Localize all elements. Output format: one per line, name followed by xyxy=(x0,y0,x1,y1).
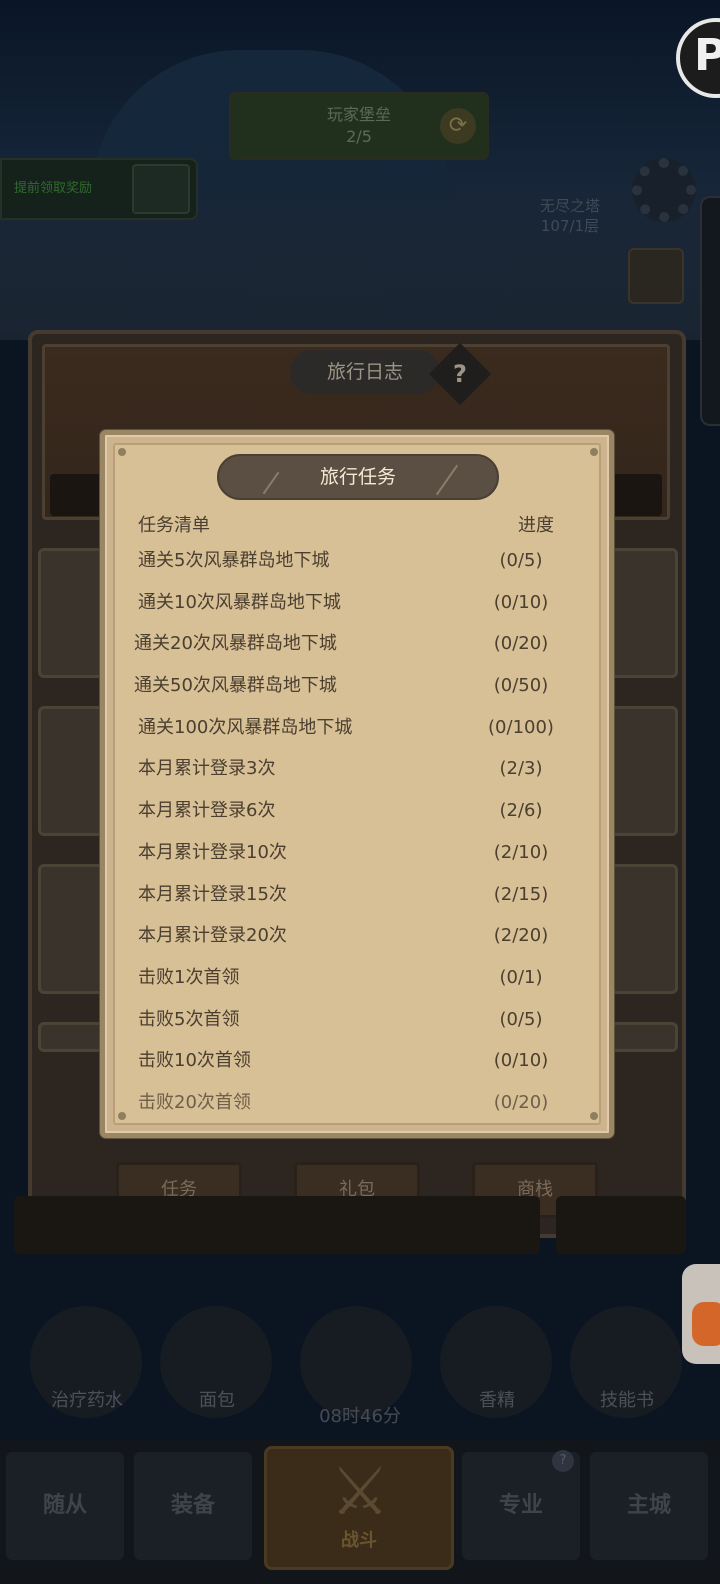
quest-row: 本月累计登录20次 (2/20) xyxy=(124,915,586,957)
quest-progress: (2/20) xyxy=(493,925,549,947)
endless-tower-label[interactable]: 无尽之塔 107/1层 xyxy=(520,196,620,236)
quest-progress: (0/5) xyxy=(499,1008,543,1030)
quest-row: 通关100次风暴群岛地下城 (0/100) xyxy=(124,707,586,749)
quest-progress: (0/50) xyxy=(493,675,549,697)
gear-icon[interactable] xyxy=(632,158,696,222)
endless-tower-floor: 107/1层 xyxy=(540,217,600,235)
quest-row: 击败10次首领 (0/10) xyxy=(124,1040,586,1082)
item-label-bread: 面包 xyxy=(199,1390,235,1411)
scroll-icon[interactable] xyxy=(628,248,684,304)
hud-strip xyxy=(14,1196,540,1254)
quest-progress: (2/10) xyxy=(493,841,549,863)
nav-battle-label: 战斗 xyxy=(341,1530,377,1551)
refresh-icon[interactable]: ⟳ xyxy=(440,108,476,144)
quest-name: 本月累计登录6次 xyxy=(138,800,276,822)
quest-name: 击败20次首领 xyxy=(138,1091,251,1113)
quest-name: 通关5次风暴群岛地下城 xyxy=(138,550,330,571)
quest-name: 通关10次风暴群岛地下城 xyxy=(138,591,341,613)
corner-nail xyxy=(590,1112,598,1120)
reward-slot[interactable] xyxy=(132,164,190,214)
quest-row: 本月累计登录10次 (2/10) xyxy=(124,832,586,874)
quest-row: 通关20次风暴群岛地下城 (0/20) xyxy=(124,623,586,665)
quest-row: 本月累计登录15次 (2/15) xyxy=(124,874,586,916)
quest-progress: (0/100) xyxy=(488,716,554,738)
quest-name: 通关20次风暴群岛地下城 xyxy=(134,633,337,655)
column-header-task: 任务清单 xyxy=(138,515,210,536)
quest-progress: (0/5) xyxy=(499,550,543,571)
quest-row: 击败20次首领 (0/20) xyxy=(124,1082,586,1120)
quest-progress: (0/1) xyxy=(499,966,543,988)
quest-name: 本月累计登录3次 xyxy=(138,758,276,780)
early-reward-label: 提前领取奖励 xyxy=(14,181,93,196)
corner-nail xyxy=(118,448,126,456)
quest-row: 本月累计登录6次 (2/6) xyxy=(124,790,586,832)
quest-row: 通关10次风暴群岛地下城 (0/10) xyxy=(124,582,586,624)
quest-name: 击败10次首领 xyxy=(138,1050,251,1072)
notification-badge: ? xyxy=(552,1450,574,1472)
quest-progress: (0/20) xyxy=(493,633,549,655)
nav-main-city[interactable]: 主城 xyxy=(590,1452,708,1560)
app-logo-glyph: P xyxy=(694,30,720,81)
quest-list[interactable]: 通关5次风暴群岛地下城 (0/5) 通关10次风暴群岛地下城 (0/10) 通关20次风… xyxy=(124,540,586,1120)
endless-tower-title: 无尽之塔 xyxy=(539,197,600,215)
item-label-potion: 治疗药水 xyxy=(51,1390,123,1411)
help-icon-glyph: ? xyxy=(453,360,467,388)
quest-name: 击败1次首领 xyxy=(138,966,240,988)
quest-progress: (2/15) xyxy=(493,883,549,905)
column-header-progress: 进度 xyxy=(518,515,554,536)
quest-row: 击败5次首领 (0/5) xyxy=(124,999,586,1041)
quest-name: 本月累计登录15次 xyxy=(138,883,287,905)
quest-progress: (2/3) xyxy=(499,758,543,780)
quest-name: 本月累计登录10次 xyxy=(138,841,287,863)
corner-nail xyxy=(590,448,598,456)
quest-name: 击败5次首领 xyxy=(138,1008,240,1030)
quest-name: 通关100次风暴群岛地下城 xyxy=(138,716,353,738)
quest-progress: (0/10) xyxy=(493,591,549,613)
nav-equipment[interactable]: 装备 xyxy=(134,1452,252,1560)
quest-progress: (2/6) xyxy=(499,800,543,822)
timer-label: 08时46分 xyxy=(319,1406,401,1427)
quest-row: 通关50次风暴群岛地下城 (0/50) xyxy=(124,665,586,707)
hud-strip-right xyxy=(556,1196,686,1254)
quest-name: 通关50次风暴群岛地下城 xyxy=(134,675,337,697)
modal-title: 旅行任务 xyxy=(217,454,499,500)
quest-row: 本月累计登录3次 (2/3) xyxy=(124,748,586,790)
crossed-swords-icon: ⚔ xyxy=(330,1453,390,1530)
quest-name: 本月累计登录20次 xyxy=(138,925,287,947)
journal-title: 旅行日志 xyxy=(290,350,440,394)
quest-progress: (0/10) xyxy=(493,1050,549,1072)
side-drawer-handle[interactable] xyxy=(700,196,720,426)
quest-progress: (0/20) xyxy=(493,1091,549,1113)
item-label-essence: 香精 xyxy=(479,1390,515,1411)
quest-row: 通关5次风暴群岛地下城 (0/5) xyxy=(124,540,586,582)
fire-icon xyxy=(692,1302,720,1346)
quest-row: 击败1次首领 (0/1) xyxy=(124,957,586,999)
item-label-skill-book: 技能书 xyxy=(600,1390,654,1411)
nav-followers[interactable]: 随从 xyxy=(6,1452,124,1560)
